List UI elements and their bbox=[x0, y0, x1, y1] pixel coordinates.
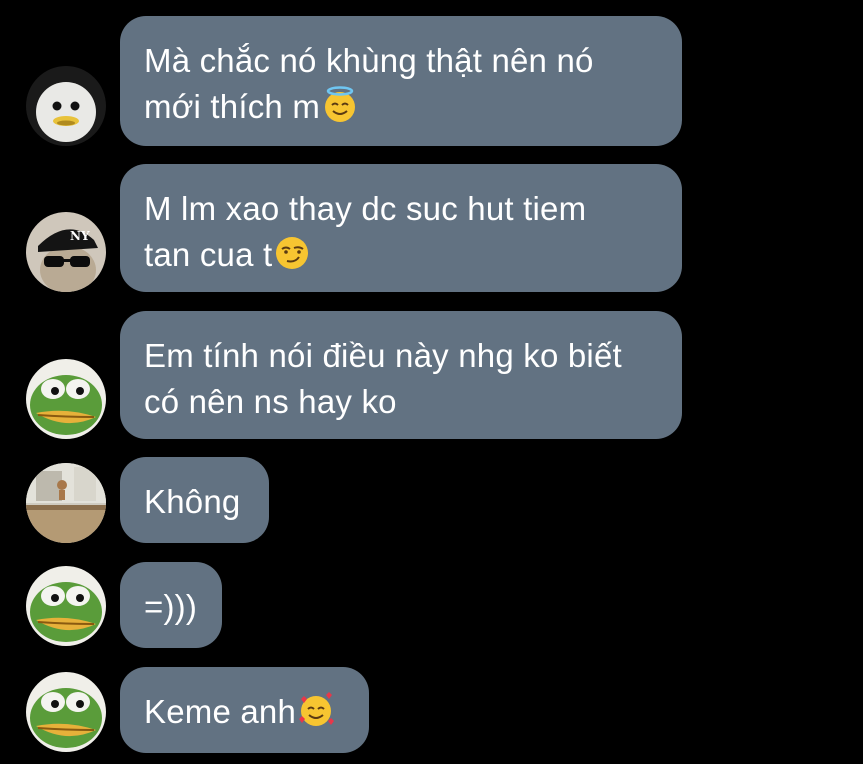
pepe-frog-avatar[interactable] bbox=[26, 566, 106, 646]
message-bubble[interactable]: M lm xao thay dc suc hut tiem tan cua t bbox=[120, 164, 682, 292]
message-text-line: Em tính nói điều này nhg ko biết bbox=[144, 337, 622, 374]
pepe-frog-avatar[interactable] bbox=[26, 672, 106, 752]
svg-text:NY: NY bbox=[70, 229, 90, 243]
message-text-line-part: tan cua t bbox=[144, 236, 273, 273]
smirking-face-icon bbox=[273, 234, 311, 272]
message-text-line: có nên ns hay ko bbox=[144, 383, 397, 420]
message-text-line: tan cua t bbox=[144, 232, 658, 278]
room-photo-avatar[interactable] bbox=[26, 463, 106, 543]
message-text-line: Không bbox=[144, 483, 241, 520]
message-text-line-part: Keme anh bbox=[144, 693, 297, 730]
message-bubble[interactable]: Em tính nói điều này nhg ko biết có nên … bbox=[120, 311, 682, 439]
message-text-line-part: mới thích m bbox=[144, 88, 321, 125]
smiling-face-with-hearts-icon bbox=[297, 691, 335, 729]
message-text-line: =))) bbox=[144, 588, 198, 625]
message-bubble[interactable]: Mà chắc nó khùng thật nên nó mới thích m bbox=[120, 16, 682, 146]
cat-cap-sunglasses-avatar[interactable]: NY bbox=[26, 212, 106, 292]
message-text-line: M lm xao thay dc suc hut tiem bbox=[144, 190, 587, 227]
message-text-line: Keme anh bbox=[144, 689, 345, 735]
message-text-line: Mà chắc nó khùng thật nên nó bbox=[144, 42, 594, 79]
smiling-face-with-halo-icon bbox=[321, 86, 359, 124]
message-bubble[interactable]: Không bbox=[120, 457, 269, 543]
message-text-line: mới thích m bbox=[144, 84, 658, 130]
pepe-frog-avatar[interactable] bbox=[26, 359, 106, 439]
message-bubble[interactable]: =))) bbox=[120, 562, 222, 648]
white-bird-avatar[interactable] bbox=[26, 66, 106, 146]
message-bubble[interactable]: Keme anh bbox=[120, 667, 369, 753]
